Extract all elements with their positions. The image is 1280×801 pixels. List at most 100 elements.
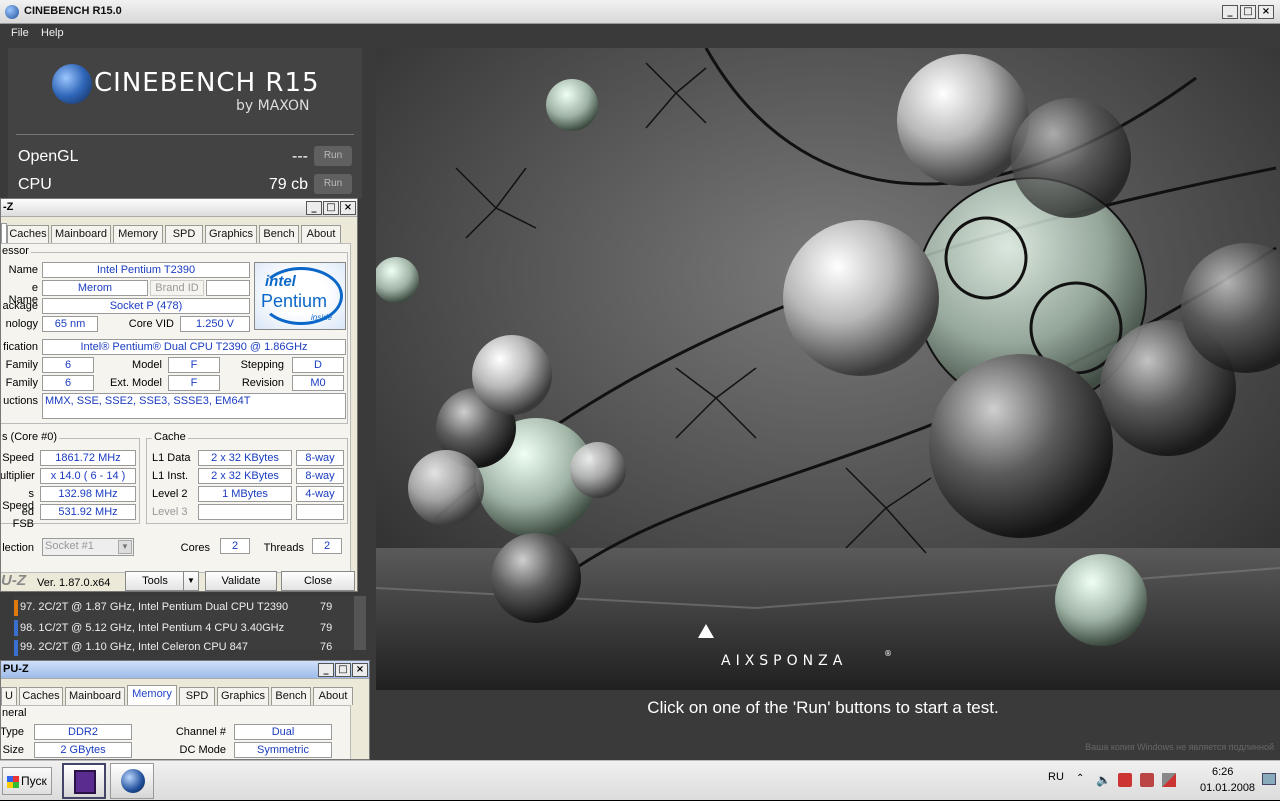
- instructions-field: MMX, SSE, SSE2, SSE3, SSSE3, EM64T: [42, 393, 346, 419]
- package-label: ackage: [2, 300, 38, 312]
- tab-graphics[interactable]: Graphics: [205, 225, 257, 243]
- divider: [16, 134, 354, 135]
- tab-spd[interactable]: SPD: [165, 225, 203, 243]
- maximize-button[interactable]: □: [1240, 5, 1256, 19]
- clock-time[interactable]: 6:26: [1212, 766, 1233, 778]
- clocks-group-title: s (Core #0): [1, 431, 60, 443]
- brand-id-field: [206, 280, 250, 296]
- tab-mainboard[interactable]: Mainboard: [65, 687, 125, 705]
- tab-caches[interactable]: Caches: [7, 225, 49, 243]
- action-center-icon[interactable]: [1118, 773, 1132, 787]
- power-icon[interactable]: [1140, 773, 1154, 787]
- level2-size: 1 MBytes: [198, 486, 292, 502]
- ext-model-label: Ext. Model: [110, 377, 162, 389]
- package-field: Socket P (478): [42, 298, 250, 314]
- list-item[interactable]: 97. 2C/2T @ 1.87 GHz, Intel Pentium Dual…: [20, 601, 288, 613]
- family-field: 6: [42, 357, 94, 373]
- close-button[interactable]: ×: [1258, 5, 1274, 19]
- specification-field: Intel® Pentium® Dual CPU T2390 @ 1.86GHz: [42, 339, 346, 355]
- list-item[interactable]: 99. 2C/2T @ 1.10 GHz, Intel Celeron CPU …: [20, 641, 248, 653]
- tab-about[interactable]: About: [301, 225, 341, 243]
- ext-family-label: Family: [5, 377, 38, 389]
- level2-ways: 4-way: [296, 486, 344, 502]
- validate-button[interactable]: Validate: [205, 571, 277, 591]
- minimize-button[interactable]: _: [1222, 5, 1238, 19]
- tools-dropdown-icon[interactable]: ▼: [183, 571, 199, 591]
- show-hidden-icons-icon[interactable]: ⌃: [1076, 773, 1090, 787]
- tab-mainboard[interactable]: Mainboard: [51, 225, 111, 243]
- cpuz-version: Ver. 1.87.0.x64: [37, 577, 111, 589]
- brand-id-label: Brand ID: [150, 280, 204, 296]
- tab-about[interactable]: About: [313, 687, 353, 705]
- pentium-logo-text: Pentium: [261, 291, 328, 311]
- bench-score: ---: [292, 148, 308, 165]
- cpuz2-maximize-button[interactable]: □: [335, 663, 351, 677]
- chevron-down-icon[interactable]: ▼: [118, 540, 132, 554]
- run-cpu-button[interactable]: Run: [314, 174, 352, 194]
- cpuz2-title-bar: PU-Z _ □ ×: [1, 661, 369, 679]
- bench-row-opengl: OpenGL --- Run: [16, 146, 354, 170]
- list-item-score: 76: [320, 641, 333, 653]
- cpuz-maximize-button[interactable]: □: [323, 201, 339, 215]
- run-opengl-button[interactable]: Run: [314, 146, 352, 166]
- type-label: Type: [0, 726, 24, 738]
- cpuz-minimize-button[interactable]: _: [306, 201, 322, 215]
- cinebench-icon: [121, 769, 145, 793]
- specification-label: fication: [3, 341, 38, 353]
- tab-memory[interactable]: Memory: [127, 685, 177, 705]
- family-label: Family: [5, 359, 38, 371]
- rank-bar: [14, 600, 18, 616]
- cinebench-app-icon: [5, 5, 19, 19]
- revision-label: Revision: [241, 377, 284, 389]
- menu-help[interactable]: Help: [41, 27, 64, 39]
- processor-group-title: essor: [1, 245, 31, 257]
- tab-cpu[interactable]: U: [1, 687, 17, 705]
- cpuz-footer-brand: U-Z: [1, 572, 26, 589]
- cpuz-cpu-pane: essor Name Intel Pentium T2390 e Name Me…: [1, 243, 351, 573]
- cache-group-title: Cache: [152, 431, 188, 443]
- brand-byline: by MAXON: [236, 98, 310, 114]
- tab-caches[interactable]: Caches: [19, 687, 63, 705]
- render-watermark: AIXSPONZA: [721, 653, 847, 669]
- tab-spd[interactable]: SPD: [179, 687, 215, 705]
- l1-inst-ways: 8-way: [296, 468, 344, 484]
- cpuz-window: -Z _ □ × Caches Mainboard Memory SPD Gra…: [0, 198, 358, 592]
- tab-bench[interactable]: Bench: [259, 225, 299, 243]
- show-desktop-icon[interactable]: [1262, 773, 1276, 785]
- channel-label: Channel #: [175, 726, 226, 738]
- tab-memory[interactable]: Memory: [113, 225, 163, 243]
- core-speed-field: 1861.72 MHz: [40, 450, 136, 466]
- start-button[interactable]: Пуск: [2, 767, 52, 795]
- speaker-icon[interactable]: 🔈: [1096, 773, 1111, 787]
- cpuz-close-button[interactable]: ×: [340, 201, 356, 215]
- cpuz-title: -Z: [3, 201, 14, 213]
- cpuz2-memory-pane: neral Type DDR2 Channel # Dual Size 2 GB…: [0, 705, 351, 759]
- list-item-score: 79: [320, 601, 333, 613]
- list-item[interactable]: 98. 1C/2T @ 5.12 GHz, Intel Pentium 4 CP…: [20, 622, 284, 634]
- l1-inst-label: L1 Inst.: [152, 470, 189, 482]
- clock-date[interactable]: 01.01.2008: [1200, 782, 1255, 794]
- cpuz-chip-icon: [74, 770, 96, 794]
- menu-file[interactable]: File: [11, 27, 29, 39]
- bench-score: 79 cb: [268, 176, 308, 193]
- taskbar-cpuz-app[interactable]: [62, 763, 106, 799]
- render-scene: AIXSPONZA ®: [376, 48, 1280, 690]
- render-watermark-tm: ®: [884, 649, 892, 658]
- ext-model-field: F: [168, 375, 220, 391]
- tab-graphics[interactable]: Graphics: [217, 687, 269, 705]
- cpuz2-close-button[interactable]: ×: [352, 663, 368, 677]
- cpuz2-title: PU-Z: [3, 663, 29, 675]
- taskbar: Пуск RU ⌃ 🔈 6:26 01.01.2008: [0, 760, 1280, 800]
- window-title: CINEBENCH R15.0: [24, 5, 122, 17]
- close-cpuz-button[interactable]: Close: [281, 571, 355, 591]
- tab-bench[interactable]: Bench: [271, 687, 311, 705]
- ranking-scrollbar[interactable]: [354, 596, 366, 650]
- intel-pentium-logo: intel Pentium inside: [254, 262, 346, 330]
- rated-fsb-field: 531.92 MHz: [40, 504, 136, 520]
- brand-title: CINEBENCH R15: [94, 68, 320, 98]
- language-indicator[interactable]: RU: [1048, 771, 1064, 783]
- taskbar-cinebench-app[interactable]: [110, 763, 154, 799]
- tools-button[interactable]: Tools: [125, 571, 185, 591]
- network-icon[interactable]: [1162, 773, 1176, 787]
- cpuz2-minimize-button[interactable]: _: [318, 663, 334, 677]
